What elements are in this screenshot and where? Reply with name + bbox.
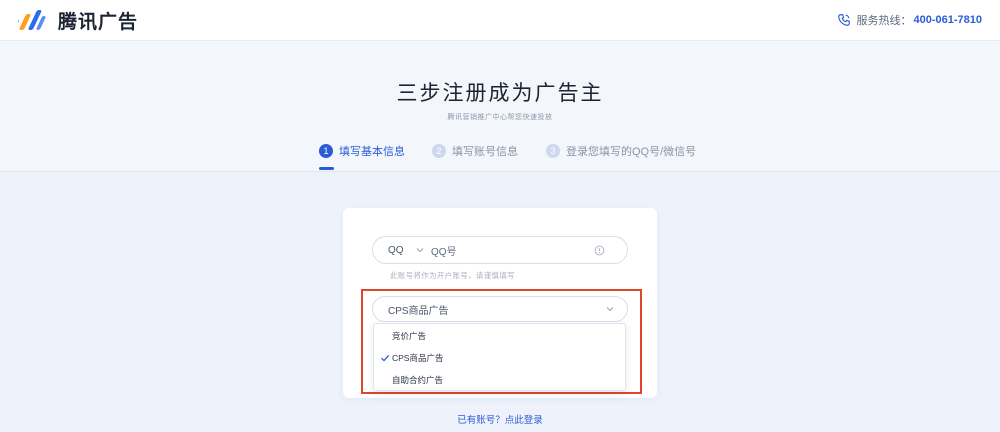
page-title: 三步注册成为广告主: [396, 81, 604, 105]
hotline-label: 服务热线：: [856, 15, 912, 27]
option-label: 竞价广告: [392, 331, 427, 341]
step-indicator: 1 填写基本信息 2 填写账号信息 3 登录您填写的QQ号/微信号: [0, 143, 1000, 171]
step-1-label: 填写基本信息: [339, 146, 405, 158]
ad-type-option-contract[interactable]: 自助合约广告: [374, 369, 625, 391]
step-1-number: 1: [319, 144, 333, 158]
account-hint: 此账号将作为开户账号，请谨慎填写: [390, 271, 515, 280]
active-step-underline: [319, 167, 334, 170]
brand-name: 腾讯广告: [58, 10, 139, 33]
brand-logo[interactable]: 腾讯广告: [18, 6, 138, 34]
registration-hero: 三步注册成为广告主 腾讯营销推广中心帮您快速投放 1 填写基本信息 2 填写账号…: [0, 41, 1000, 172]
page-subtitle: 腾讯营销推广中心帮您快速投放: [447, 114, 553, 121]
checkmark-icon: [381, 354, 390, 362]
step-2-label: 填写账号信息: [452, 146, 518, 158]
ad-type-option-cps[interactable]: CPS商品广告: [374, 347, 625, 369]
option-label: CPS商品广告: [392, 353, 444, 363]
ad-type-dropdown: 竞价广告 CPS商品广告 自助合约广告: [373, 323, 626, 391]
step-3-label: 登录您填写的QQ号/微信号: [566, 146, 697, 158]
ad-type-select[interactable]: CPS商品广告: [372, 296, 628, 322]
tencent-ads-logo-icon: [18, 10, 46, 30]
step-2-number: 2: [432, 144, 446, 158]
chevron-down-icon: [606, 307, 614, 312]
qq-number-input[interactable]: QQ号: [431, 243, 594, 258]
account-type-select[interactable]: QQ: [388, 245, 410, 256]
ad-type-option-bidding[interactable]: 竞价广告: [374, 325, 625, 347]
top-header: 腾讯广告 服务热线： 400-061-7810: [0, 0, 1000, 41]
step-3: 3 登录您填写的QQ号/微信号: [546, 143, 696, 159]
login-link[interactable]: 已有账号？点此登录: [0, 412, 1000, 426]
hotline-number: 400-061-7810: [913, 14, 982, 26]
option-label: 自助合约广告: [392, 375, 444, 385]
account-field[interactable]: QQ QQ号: [372, 236, 628, 264]
info-icon[interactable]: [594, 245, 605, 256]
chevron-down-icon[interactable]: [415, 245, 425, 255]
service-hotline: 服务热线： 400-061-7810: [837, 12, 982, 28]
phone-icon: [838, 14, 851, 26]
step-3-number: 3: [546, 144, 560, 158]
step-1: 1 填写基本信息: [319, 143, 405, 159]
ad-type-selected-value: CPS商品广告: [388, 305, 449, 317]
step-2: 2 填写账号信息: [432, 143, 518, 159]
